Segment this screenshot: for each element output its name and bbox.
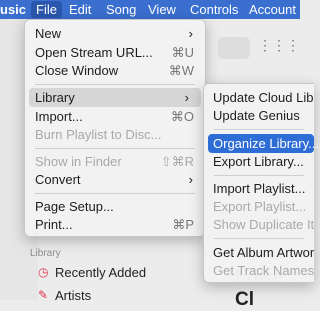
menu-item-label: Export Library...	[213, 154, 304, 169]
menu-bar: usic File Edit Song View Controls Accoun…	[0, 0, 300, 19]
menu-item-burn-playlist: Burn Playlist to Disc...	[25, 125, 205, 144]
menu-item-shortcut: ⇧⌘R	[160, 154, 194, 169]
menu-account[interactable]: Account	[249, 2, 296, 17]
menu-separator	[35, 148, 195, 149]
menu-item-label: Close Window	[35, 63, 119, 78]
menu-item-label: Organize Library...	[213, 136, 319, 151]
menu-item-get-track-names: Get Track Names	[204, 261, 314, 280]
menu-item-library[interactable]: Library ›	[29, 88, 201, 107]
chevron-right-icon: ›	[188, 26, 193, 41]
menu-item-close-window[interactable]: Close Window ⌘W	[25, 61, 205, 80]
menu-item-import-playlist[interactable]: Import Playlist...	[204, 179, 314, 198]
file-menu: New › Open Stream URL... ⌘U Close Window…	[24, 19, 206, 237]
menu-item-label: Update Genius	[213, 108, 300, 123]
menu-item-export-library[interactable]: Export Library...	[204, 152, 314, 171]
chevron-right-icon: ›	[184, 90, 189, 105]
menu-item-shortcut: ⌘U	[171, 45, 194, 60]
menu-separator	[214, 238, 304, 239]
clock-icon: ◷	[38, 265, 49, 279]
menu-controls[interactable]: Controls	[190, 2, 238, 17]
menu-item-print[interactable]: Print... ⌘P	[25, 215, 205, 234]
menu-item-organize-library[interactable]: Organize Library...	[208, 134, 319, 153]
menu-item-shortcut: ⌘O	[170, 109, 194, 124]
menu-item-label: Open Stream URL...	[35, 45, 153, 60]
menu-song[interactable]: Song	[106, 2, 136, 17]
menu-item-page-setup[interactable]: Page Setup...	[25, 197, 205, 216]
menu-item-label: Print...	[35, 217, 73, 232]
chevron-right-icon: ›	[188, 172, 193, 187]
menu-item-open-stream-url[interactable]: Open Stream URL... ⌘U	[25, 43, 205, 62]
sidebar-section-library: Library	[30, 248, 61, 259]
menu-item-shortcut: ⌘P	[172, 217, 194, 232]
menu-item-convert[interactable]: Convert ›	[25, 170, 205, 189]
menu-app-name[interactable]: usic	[0, 2, 26, 17]
menu-item-label: Get Track Names	[213, 263, 315, 278]
menu-item-get-album-artwork[interactable]: Get Album Artwor	[204, 243, 314, 262]
menu-item-shortcut: ⌘W	[168, 63, 194, 78]
menu-item-label: Export Playlist...	[213, 199, 307, 214]
menu-item-label: Get Album Artwor	[213, 245, 315, 260]
menu-item-label: Show Duplicate It	[213, 217, 315, 232]
menu-item-label: Convert	[35, 172, 81, 187]
menu-item-export-playlist: Export Playlist...	[204, 197, 314, 216]
menu-file[interactable]: File	[31, 1, 62, 18]
menu-edit[interactable]: Edit	[69, 2, 91, 17]
menu-item-show-in-finder: Show in Finder ⇧⌘R	[25, 152, 205, 171]
menu-item-label: Show in Finder	[35, 154, 122, 169]
sidebar-item-artists[interactable]: Artists	[55, 288, 91, 303]
menu-item-label: Update Cloud Lib	[213, 90, 314, 105]
menu-item-label: Page Setup...	[35, 199, 114, 214]
toolbar-button[interactable]	[218, 37, 250, 59]
menu-separator	[214, 175, 304, 176]
menu-item-update-cloud-library[interactable]: Update Cloud Lib	[204, 88, 314, 107]
menu-item-update-genius[interactable]: Update Genius	[204, 106, 314, 125]
menu-item-label: Import Playlist...	[213, 181, 306, 196]
menu-separator	[35, 84, 195, 85]
menu-item-label: Import...	[35, 109, 83, 124]
menu-item-label: New	[35, 26, 62, 41]
menu-separator	[214, 129, 304, 130]
library-submenu: Update Cloud Lib Update Genius Organize …	[203, 83, 319, 283]
menu-item-label: Library	[35, 90, 75, 105]
menu-view[interactable]: View	[148, 2, 176, 17]
menu-item-import[interactable]: Import... ⌘O	[25, 107, 205, 126]
menu-item-new[interactable]: New ›	[25, 24, 205, 43]
menu-separator	[35, 193, 195, 194]
grid-icon[interactable]: ⋮⋮⋮	[258, 37, 300, 54]
menu-item-show-duplicate-items: Show Duplicate It	[204, 215, 314, 234]
menu-item-label: Burn Playlist to Disc...	[35, 127, 162, 142]
sidebar-item-recently-added[interactable]: Recently Added	[55, 265, 146, 280]
